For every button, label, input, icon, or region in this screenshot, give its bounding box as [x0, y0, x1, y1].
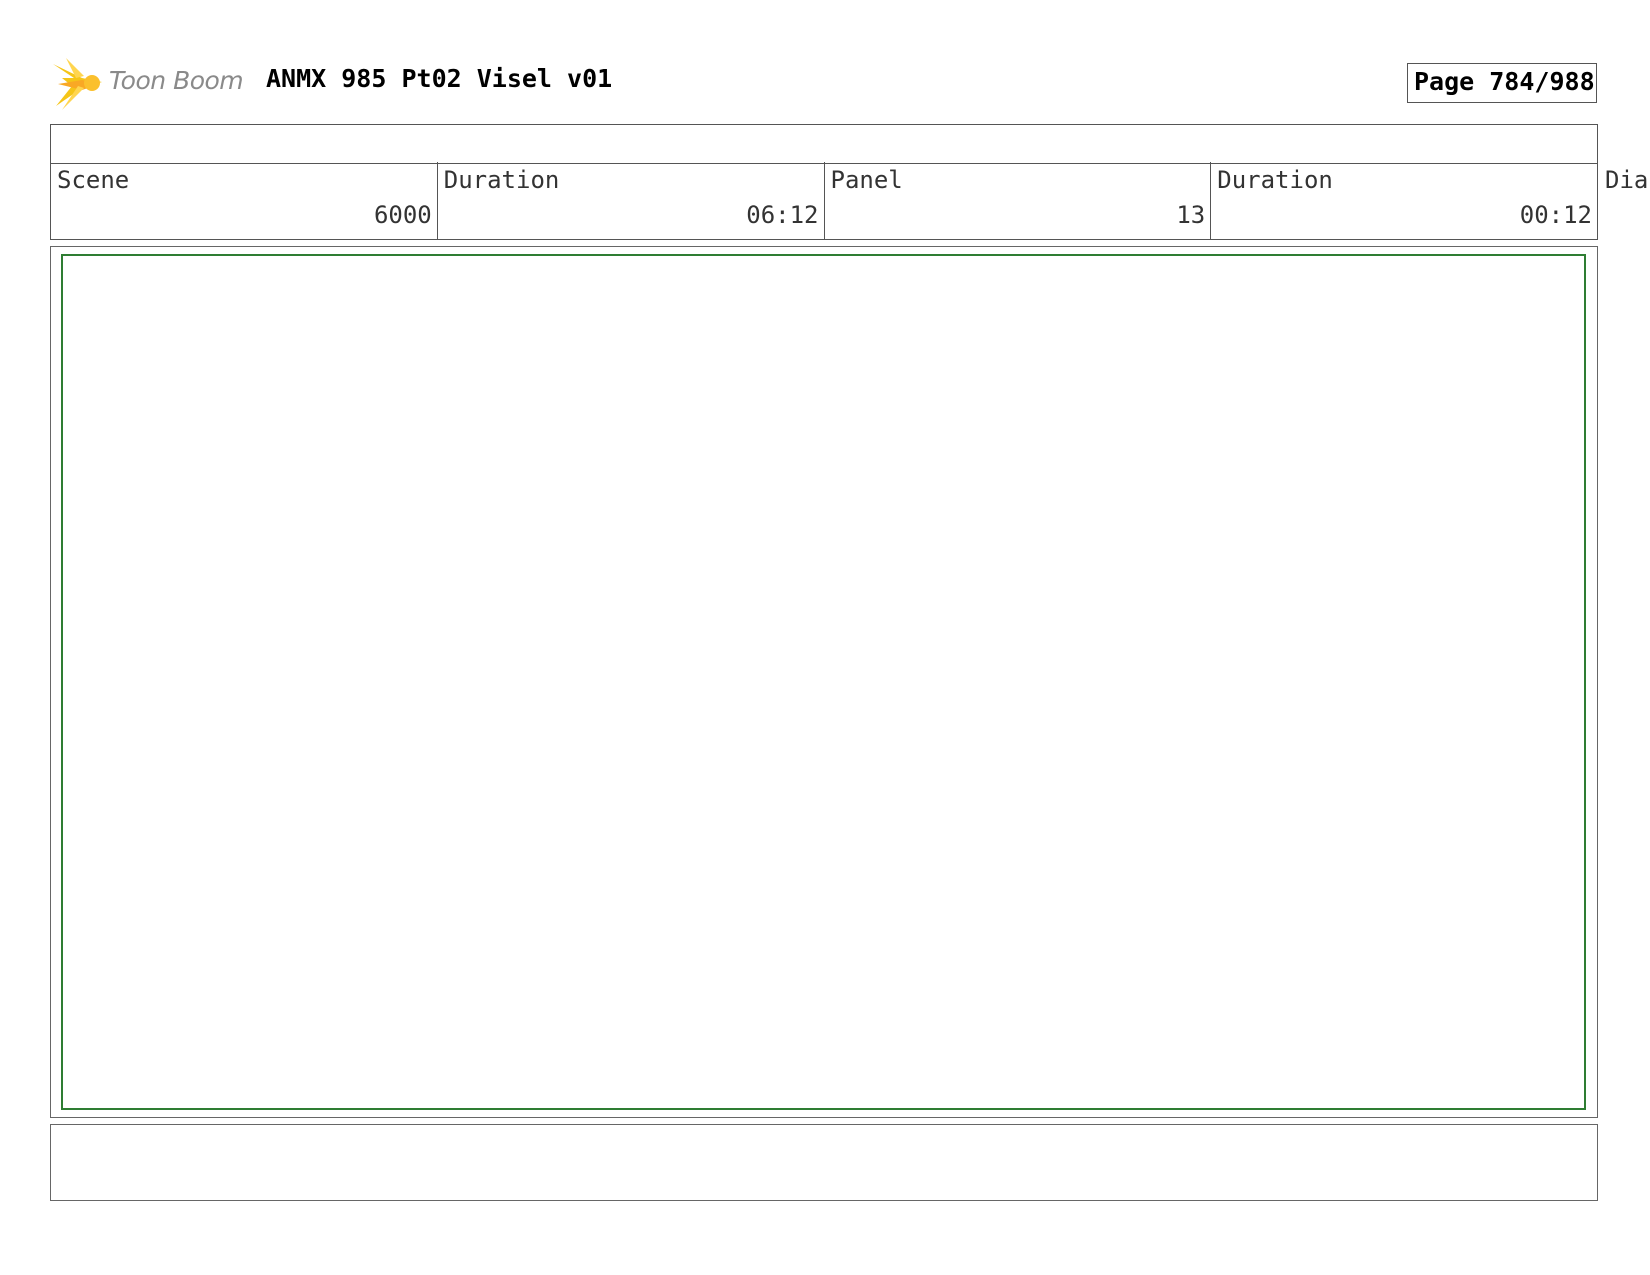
scene-duration-cell: Duration 06:12: [438, 162, 825, 239]
panel-duration-cell: Duration 00:12: [1211, 162, 1597, 239]
scene-cell: Scene 6000: [51, 162, 438, 239]
panel-duration-label: Duration: [1217, 166, 1333, 194]
logo-text: Toon Boom: [109, 66, 244, 95]
page-indicator: Page 784/988: [1407, 63, 1597, 103]
starburst-icon: [53, 58, 102, 110]
notes-box: [50, 1124, 1598, 1201]
dialogue-label-partial: Dia: [1605, 166, 1649, 194]
panel-cell: Panel 13: [825, 162, 1212, 239]
scene-value: 6000: [373, 201, 432, 229]
document-title: ANMX 985 Pt02 Visel v01: [266, 64, 613, 93]
scene-duration-value: 06:12: [746, 201, 819, 229]
toon-boom-logo: Toon Boom: [52, 56, 252, 112]
info-row: Scene 6000 Duration 06:12 Panel 13 Durat…: [50, 162, 1598, 240]
header-blank-row: [50, 124, 1598, 164]
panel-value: 13: [1176, 201, 1206, 229]
panel-label: Panel: [830, 166, 903, 194]
scene-duration-label: Duration: [443, 166, 560, 194]
panel-image-area: [61, 254, 1586, 1110]
scene-label: Scene: [57, 166, 130, 194]
panel-duration-value: 00:12: [1519, 201, 1592, 229]
